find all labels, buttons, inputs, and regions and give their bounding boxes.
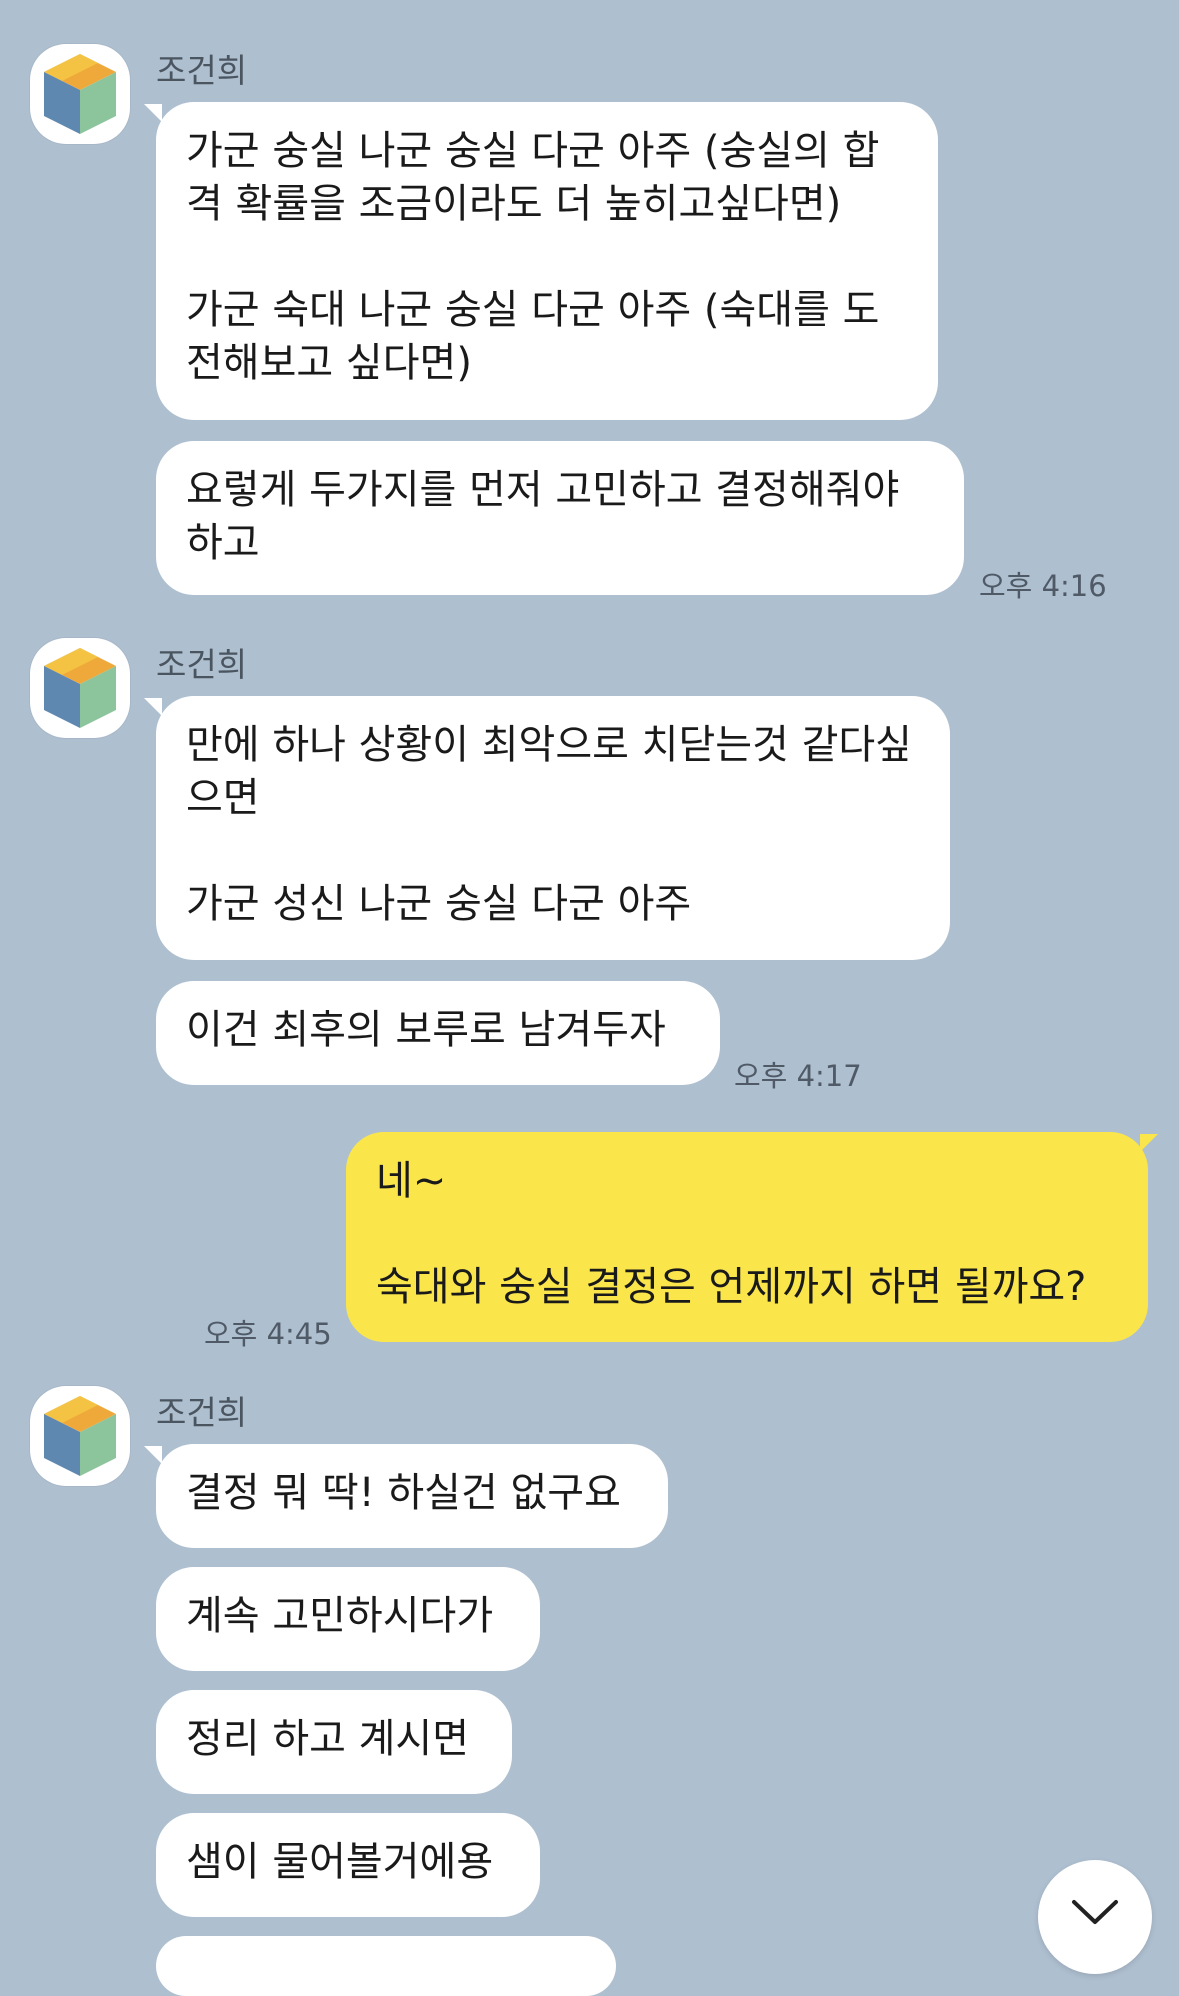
bubble-tail bbox=[1140, 1134, 1158, 1152]
message-bubble[interactable]: 요렇게 두가지를 먼저 고민하고 결정해줘야하고 bbox=[156, 441, 964, 595]
chevron-down-icon bbox=[1072, 1900, 1118, 1924]
bubble-tail bbox=[144, 104, 162, 122]
message-bubble[interactable]: 샘이 물어볼거에용 bbox=[156, 1813, 540, 1917]
sender-avatar[interactable] bbox=[30, 1386, 130, 1486]
bubble-tail bbox=[144, 698, 162, 716]
message-bubble[interactable]: 계속 고민하시다가 bbox=[156, 1567, 540, 1671]
colored-cube-icon bbox=[44, 1396, 116, 1476]
message-timestamp: 오후 4:17 bbox=[734, 1059, 862, 1093]
message-bubble[interactable]: 정리 하고 계시면 bbox=[156, 1690, 512, 1794]
my-message-bubble[interactable]: 네~ 숙대와 숭실 결정은 언제까지 하면 될까요? bbox=[346, 1132, 1148, 1342]
sender-avatar[interactable] bbox=[30, 44, 130, 144]
sender-name: 조건희 bbox=[156, 645, 248, 684]
colored-cube-icon bbox=[44, 54, 116, 134]
message-bubble-partial[interactable] bbox=[156, 1936, 616, 1996]
sender-avatar[interactable] bbox=[30, 638, 130, 738]
colored-cube-icon bbox=[44, 648, 116, 728]
message-bubble[interactable]: 가군 숭실 나군 숭실 다군 아주 (숭실의 합격 확률을 조금이라도 더 높히… bbox=[156, 102, 938, 420]
message-timestamp: 오후 4:45 bbox=[204, 1317, 332, 1351]
scroll-to-bottom-button[interactable] bbox=[1038, 1860, 1152, 1974]
message-bubble[interactable]: 결정 뭐 딱! 하실건 없구요 bbox=[156, 1444, 668, 1548]
message-timestamp: 오후 4:16 bbox=[979, 569, 1107, 603]
message-bubble[interactable]: 만에 하나 상황이 최악으로 치닫는것 같다싶으면 가군 성신 나군 숭실 다군… bbox=[156, 696, 950, 960]
sender-name: 조건희 bbox=[156, 51, 248, 90]
sender-name: 조건희 bbox=[156, 1393, 248, 1432]
message-bubble[interactable]: 이건 최후의 보루로 남겨두자 bbox=[156, 981, 720, 1085]
bubble-tail bbox=[144, 1446, 162, 1464]
